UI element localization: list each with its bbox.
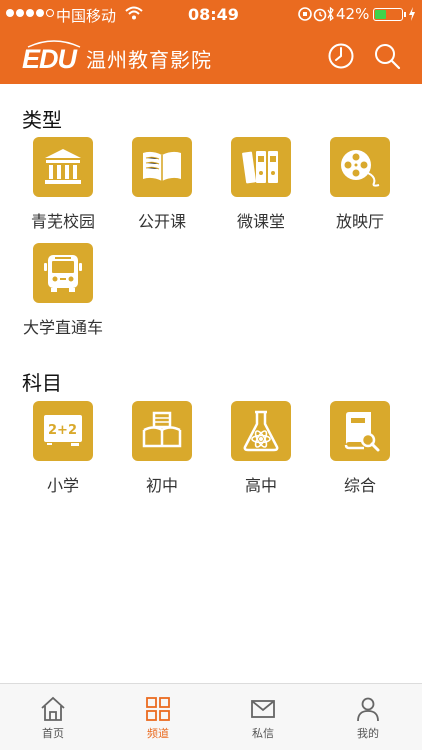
battery-percent: 42%	[336, 5, 370, 23]
carrier-name: 中国移动	[56, 7, 117, 25]
app-header: 中国移动 08:49 42% EDU 温州教育影院	[0, 0, 422, 84]
tile-primary[interactable]: 2+2 小学	[13, 401, 113, 496]
tile-label: 小学	[46, 476, 79, 495]
tile-comprehensive[interactable]: 综合	[310, 401, 410, 496]
tile-screening-hall[interactable]: 放映厅	[310, 137, 410, 232]
tile-label: 初中	[145, 476, 178, 495]
history-button[interactable]	[326, 41, 356, 71]
grid-icon	[146, 697, 170, 721]
section-title-type: 类型	[22, 108, 62, 132]
tab-home[interactable]: 首页	[23, 696, 83, 741]
flask-atom-icon	[231, 401, 291, 461]
tile-open-course[interactable]: 公开课	[112, 137, 212, 232]
status-icons	[298, 6, 334, 26]
tab-label: 私信	[252, 727, 274, 740]
section-title-subject: 科目	[22, 371, 62, 395]
signal-strength-icon	[6, 9, 54, 17]
battery-icon	[373, 8, 403, 21]
bookshelf-icon	[132, 401, 192, 461]
tile-label: 微课堂	[236, 212, 285, 231]
tab-mine[interactable]: 我的	[338, 696, 398, 741]
logo-text: EDU	[22, 44, 77, 74]
mail-icon	[251, 700, 275, 718]
tile-label: 放映厅	[335, 212, 384, 231]
tab-channel[interactable]: 频道	[128, 696, 188, 741]
tile-label: 青芜校园	[30, 212, 95, 231]
search-icon	[375, 44, 401, 70]
edu-logo: EDU	[22, 38, 82, 74]
tile-label: 综合	[343, 476, 376, 495]
tile-micro-class[interactable]: 微课堂	[211, 137, 311, 232]
charging-icon	[408, 7, 416, 25]
tab-messages[interactable]: 私信	[233, 696, 293, 741]
tile-label: 高中	[244, 476, 277, 495]
user-icon	[357, 697, 379, 722]
tile-label: 公开课	[137, 212, 186, 231]
school-building-icon	[33, 137, 93, 197]
book-search-icon	[330, 401, 390, 461]
film-reel-icon	[330, 137, 390, 197]
app-title: 温州教育影院	[86, 48, 212, 72]
status-time: 08:49	[188, 5, 239, 24]
status-bar: 中国移动 08:49 42%	[0, 0, 422, 28]
home-icon	[41, 696, 65, 721]
open-book-icon	[132, 137, 192, 197]
tile-university-express[interactable]: 大学直通车	[13, 243, 113, 338]
tile-label: 大学直通车	[22, 318, 103, 337]
tab-label: 首页	[42, 727, 64, 740]
clock-icon	[328, 43, 354, 69]
tab-label: 我的	[357, 727, 379, 740]
bus-icon	[33, 243, 93, 303]
chalkboard-icon: 2+2	[33, 401, 93, 461]
binders-icon	[231, 137, 291, 197]
search-button[interactable]	[372, 41, 402, 71]
tab-label: 频道	[147, 727, 169, 740]
tile-junior-high[interactable]: 初中	[112, 401, 212, 496]
tile-senior-high[interactable]: 高中	[211, 401, 311, 496]
tab-bar: 首页 频道 私信 我的	[0, 683, 422, 750]
wifi-icon	[125, 6, 143, 24]
tile-campus[interactable]: 青芜校园	[13, 137, 113, 232]
svg-text:2+2: 2+2	[48, 423, 77, 438]
